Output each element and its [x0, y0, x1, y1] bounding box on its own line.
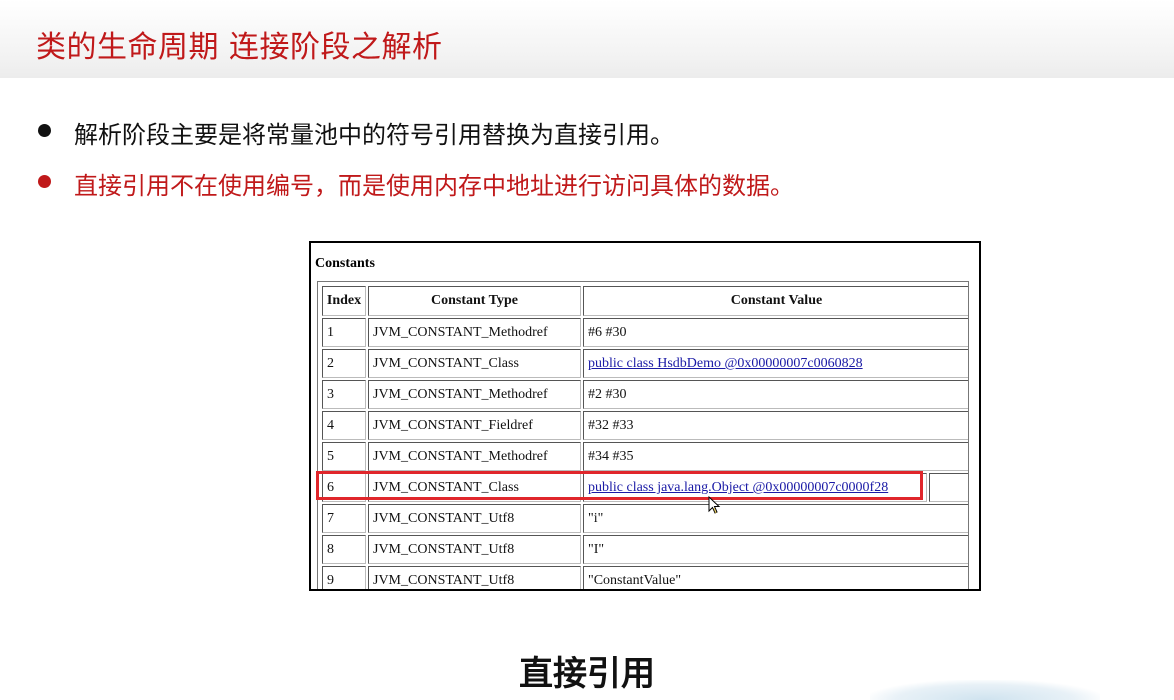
- cell-constant-value: #34 #35: [583, 442, 968, 471]
- constants-panel: Constants Index Constant Type Constant V…: [309, 241, 981, 591]
- cell-constant-value: "ConstantValue": [583, 566, 968, 589]
- cell-constant-type: JVM_CONSTANT_Class: [368, 349, 581, 378]
- constants-title: Constants: [315, 256, 375, 271]
- cell-constant-type: JVM_CONSTANT_Utf8: [368, 535, 581, 564]
- header-constant-type: Constant Type: [368, 286, 581, 316]
- cell-index: 7: [322, 504, 366, 533]
- cell-index: 4: [322, 411, 366, 440]
- bullet-2-text: 直接引用不在使用编号，而是使用内存中地址进行访问具体的数据。: [74, 172, 794, 200]
- highlight-box: [316, 471, 923, 500]
- cell-constant-type: JVM_CONSTANT_Fieldref: [368, 411, 581, 440]
- cell-constant-value[interactable]: public class HsdbDemo @0x00000007c006082…: [583, 349, 968, 378]
- cell-constant-type: JVM_CONSTANT_Utf8: [368, 504, 581, 533]
- bullet-1-text: 解析阶段主要是将常量池中的符号引用替换为直接引用。: [74, 121, 674, 149]
- cell-index: 8: [322, 535, 366, 564]
- cell-constant-type: JVM_CONSTANT_Methodref: [368, 442, 581, 471]
- cell-constant-value: "i": [583, 504, 968, 533]
- mouse-pointer-icon: [708, 496, 721, 514]
- header-constant-value: Constant Value: [583, 286, 968, 316]
- header-index: Index: [322, 286, 366, 316]
- decorative-wave: [870, 680, 1100, 700]
- cell-constant-value: #32 #33: [583, 411, 968, 440]
- cell-constant-value: #2 #30: [583, 380, 968, 409]
- cell-index: 2: [322, 349, 366, 378]
- cell-constant-type: JVM_CONSTANT_Methodref: [368, 380, 581, 409]
- cell-constant-type: JVM_CONSTANT_Methodref: [368, 318, 581, 347]
- cell-index: 5: [322, 442, 366, 471]
- constants-table: Index Constant Type Constant Value 1 JVM_…: [317, 281, 969, 589]
- bullet-dot-icon: [38, 124, 51, 137]
- bullet-dot-icon: [38, 175, 51, 188]
- cell-index: 9: [322, 566, 366, 589]
- cell-index: 3: [322, 380, 366, 409]
- cell-index: 1: [322, 318, 366, 347]
- cell-constant-value: "I": [583, 535, 968, 564]
- class-address-link[interactable]: public class HsdbDemo @0x00000007c006082…: [588, 356, 863, 371]
- slide-title: 类的生命周期 连接阶段之解析: [36, 30, 443, 65]
- cell-constant-value: #6 #30: [583, 318, 968, 347]
- cell-constant-type: JVM_CONSTANT_Utf8: [368, 566, 581, 589]
- cell-empty: [929, 473, 968, 502]
